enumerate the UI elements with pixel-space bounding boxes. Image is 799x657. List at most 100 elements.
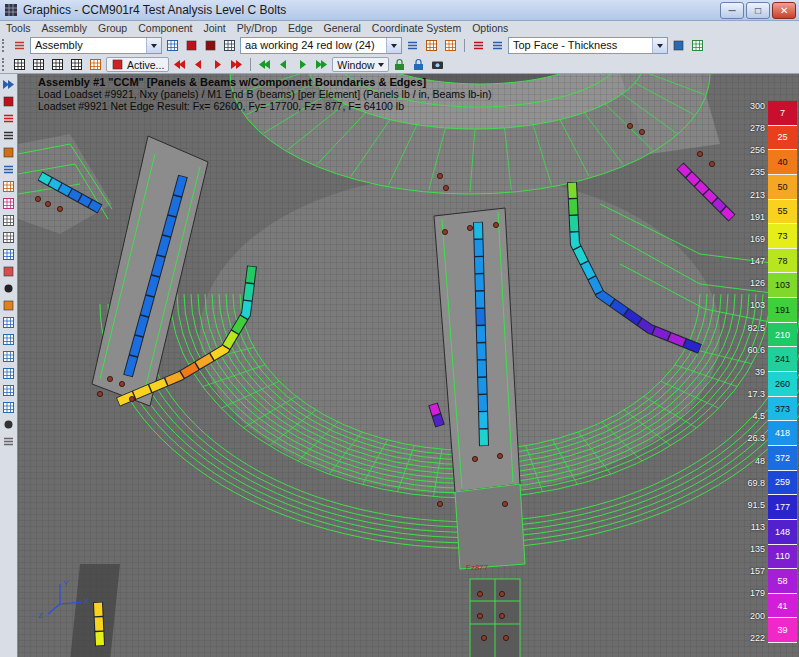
- beam-element[interactable]: [476, 292, 484, 308]
- tool-button[interactable]: [1, 162, 16, 177]
- bolt[interactable]: [697, 151, 702, 156]
- menu-item[interactable]: Coordinate System: [372, 22, 461, 34]
- tool-button[interactable]: [1, 400, 16, 415]
- window-control-button[interactable]: ─: [720, 2, 744, 19]
- bolt[interactable]: [443, 185, 448, 190]
- bolt[interactable]: [627, 123, 632, 128]
- step-button[interactable]: [294, 57, 311, 72]
- toolbar-button[interactable]: [11, 57, 28, 72]
- beam-element[interactable]: [670, 337, 684, 343]
- graphics-canvas[interactable]: YXZFz877Assembly #1 "CCM" [Panels & Beam…: [18, 74, 799, 657]
- bolt[interactable]: [129, 396, 134, 401]
- beam-element[interactable]: [478, 378, 486, 394]
- bolt[interactable]: [477, 591, 482, 596]
- tool-button[interactable]: [1, 298, 16, 313]
- bolt[interactable]: [437, 173, 442, 178]
- loadset-select[interactable]: aa working 24 red low (24): [240, 37, 402, 54]
- beam-element[interactable]: [577, 249, 584, 263]
- menu-item[interactable]: Component: [138, 22, 192, 34]
- beam-element[interactable]: [433, 405, 436, 415]
- beam-element[interactable]: [479, 412, 487, 428]
- beam-element[interactable]: [156, 257, 161, 276]
- beam-element[interactable]: [437, 416, 440, 426]
- active-button[interactable]: Active...: [106, 57, 169, 72]
- bolt[interactable]: [119, 381, 124, 386]
- beam-element[interactable]: [681, 167, 689, 175]
- beam-element[interactable]: [476, 309, 485, 325]
- beam-element[interactable]: [167, 217, 172, 236]
- toolbar-button[interactable]: [410, 57, 427, 72]
- bolt[interactable]: [437, 501, 442, 506]
- beam-element[interactable]: [477, 326, 485, 342]
- bolt[interactable]: [499, 613, 504, 618]
- beam-element[interactable]: [51, 182, 60, 187]
- beam-element[interactable]: [685, 343, 699, 349]
- tool-button[interactable]: [1, 247, 16, 262]
- bolt[interactable]: [45, 201, 50, 206]
- beam-element[interactable]: [71, 193, 80, 198]
- tool-button[interactable]: [1, 213, 16, 228]
- beam-element[interactable]: [479, 395, 488, 411]
- menu-item[interactable]: Edge: [288, 22, 313, 34]
- beam-element[interactable]: [569, 199, 578, 214]
- beam-element[interactable]: [477, 343, 486, 359]
- beam-element[interactable]: [707, 193, 715, 201]
- beam-element[interactable]: [94, 603, 103, 616]
- bolt[interactable]: [467, 225, 472, 230]
- step-button[interactable]: [275, 57, 292, 72]
- beam-element[interactable]: [640, 322, 653, 330]
- toolbar-button[interactable]: [689, 37, 706, 54]
- beam-element[interactable]: [167, 375, 182, 381]
- beam-element[interactable]: [474, 223, 482, 239]
- beam-element[interactable]: [227, 333, 235, 347]
- beam-element[interactable]: [151, 382, 166, 388]
- beam-element[interactable]: [478, 361, 486, 377]
- tool-button[interactable]: [1, 315, 16, 330]
- beam-element[interactable]: [178, 177, 183, 196]
- step-button[interactable]: [209, 57, 226, 72]
- beam-element[interactable]: [248, 284, 250, 300]
- tool-button[interactable]: [1, 349, 16, 364]
- menu-item[interactable]: Tools: [6, 22, 31, 34]
- beam-element[interactable]: [150, 277, 155, 296]
- bolt[interactable]: [442, 229, 447, 234]
- beam-element[interactable]: [568, 183, 577, 198]
- step-button[interactable]: [256, 57, 273, 72]
- menu-item[interactable]: Options: [472, 22, 508, 34]
- beam-element[interactable]: [41, 176, 50, 181]
- bolt[interactable]: [493, 222, 498, 227]
- bolt[interactable]: [107, 376, 112, 381]
- beam-element[interactable]: [250, 267, 252, 283]
- toolbar-button[interactable]: [404, 37, 421, 54]
- menu-item[interactable]: Assembly: [42, 22, 88, 34]
- group-select[interactable]: Assembly: [30, 37, 162, 54]
- bolt[interactable]: [497, 453, 502, 458]
- beam-element[interactable]: [574, 233, 576, 248]
- toolbar-button[interactable]: [391, 57, 408, 72]
- bolt[interactable]: [57, 206, 62, 211]
- beam-element[interactable]: [213, 348, 226, 357]
- bolt[interactable]: [35, 196, 40, 201]
- beam-element[interactable]: [172, 197, 177, 216]
- beam-element[interactable]: [475, 240, 483, 256]
- beam-element[interactable]: [689, 175, 697, 183]
- toolbar-button[interactable]: [68, 57, 85, 72]
- toolbar-button[interactable]: [202, 37, 219, 54]
- tool-button[interactable]: [1, 417, 16, 432]
- bolt[interactable]: [709, 161, 714, 166]
- beam-element[interactable]: [145, 297, 150, 316]
- bolt[interactable]: [481, 635, 486, 640]
- window-control-button[interactable]: □: [746, 2, 770, 19]
- tool-button[interactable]: [1, 111, 16, 126]
- toolbar-button[interactable]: [670, 37, 687, 54]
- tool-button[interactable]: [1, 434, 16, 449]
- beam-element[interactable]: [139, 317, 144, 336]
- beam-element[interactable]: [654, 331, 668, 337]
- bolt[interactable]: [499, 591, 504, 596]
- tool-button[interactable]: [1, 145, 16, 160]
- toolbar-button[interactable]: [221, 37, 238, 54]
- toolbar-button[interactable]: [489, 37, 506, 54]
- beam-element[interactable]: [698, 184, 706, 192]
- step-button[interactable]: [190, 57, 207, 72]
- toolbar-button[interactable]: [470, 37, 487, 54]
